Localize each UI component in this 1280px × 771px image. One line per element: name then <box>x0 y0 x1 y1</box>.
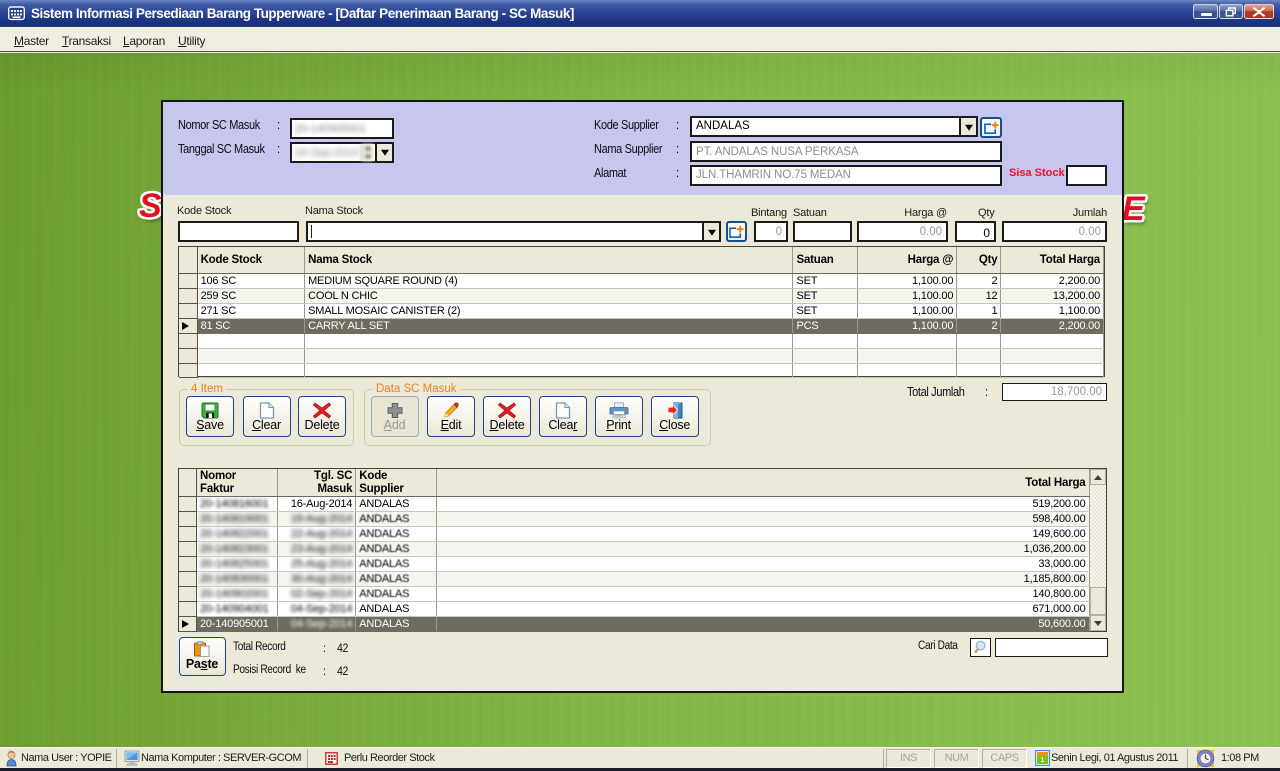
svg-text:1: 1 <box>1041 757 1045 764</box>
